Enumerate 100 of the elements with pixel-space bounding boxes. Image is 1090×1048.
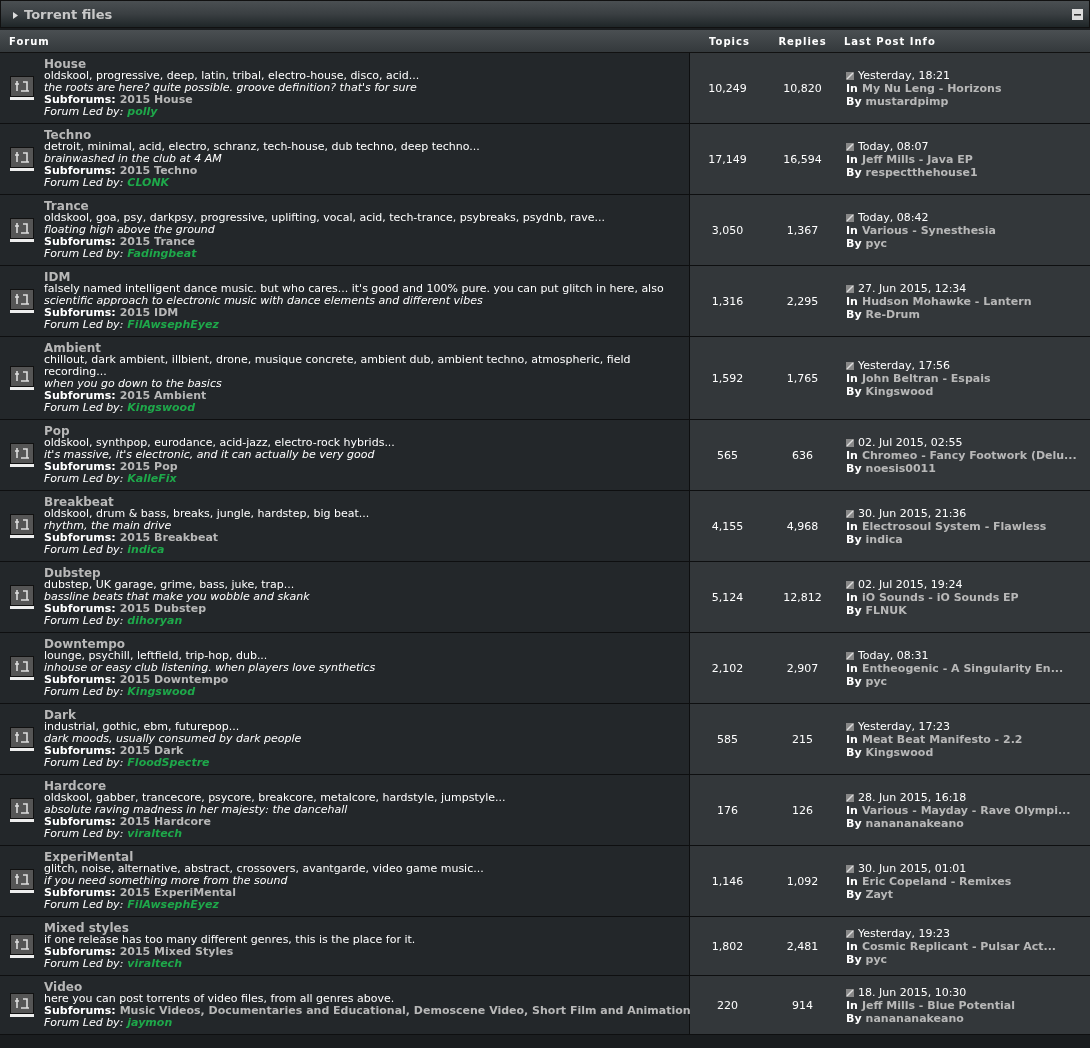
- forum-title[interactable]: IDM: [44, 271, 664, 283]
- last-post-thread[interactable]: Chromeo - Fancy Footwork (Delu...: [861, 448, 1077, 462]
- last-post-thread[interactable]: Hudson Mohawke - Lantern: [861, 294, 1032, 308]
- subforum-link[interactable]: Music Videos, Documentaries and Educational, Demoscene Video, Short Film and Animation: [119, 1005, 691, 1017]
- last-post-author[interactable]: Kingswood: [865, 745, 934, 759]
- subforum-link[interactable]: 2015 Dubstep: [119, 603, 207, 615]
- subforum-link[interactable]: 2015 Pop: [119, 461, 178, 473]
- moderator-link[interactable]: CLONK: [127, 177, 170, 189]
- moderator-link[interactable]: FilAwsephEyez: [127, 899, 219, 911]
- last-post-author[interactable]: Re-Drum: [865, 307, 920, 321]
- last-post-thread[interactable]: My Nu Leng - Horizons: [861, 81, 1002, 95]
- post-icon[interactable]: [846, 143, 854, 151]
- last-post-thread[interactable]: Eric Copeland - Remixes: [861, 874, 1012, 888]
- last-post-author[interactable]: pyc: [865, 952, 888, 966]
- moderator-link[interactable]: indica: [127, 544, 165, 556]
- forum-title[interactable]: Dark: [44, 709, 302, 721]
- moderator-link[interactable]: Kingswood: [127, 402, 196, 414]
- forum-title[interactable]: Breakbeat: [44, 496, 370, 508]
- forum-title[interactable]: Dubstep: [44, 567, 310, 579]
- post-icon[interactable]: [846, 72, 854, 80]
- subforum-link[interactable]: 2015 House: [119, 94, 193, 106]
- in-label: In: [846, 939, 858, 953]
- forum-description: here you can post torrents of video files, from all genres above.: [44, 993, 396, 1005]
- last-post-thread[interactable]: iO Sounds - iO Sounds EP: [861, 590, 1019, 604]
- moderator-link[interactable]: viraltech: [127, 828, 182, 840]
- post-icon[interactable]: [846, 723, 854, 731]
- subforum-link[interactable]: 2015 Breakbeat: [119, 532, 219, 544]
- post-icon[interactable]: [846, 794, 854, 802]
- post-icon[interactable]: [846, 581, 854, 589]
- last-post-thread[interactable]: Jeff Mills - Java EP: [861, 152, 973, 166]
- last-post-thread[interactable]: Cosmic Replicant - Pulsar Act...: [861, 939, 1057, 953]
- subforum-link[interactable]: 2015 IDM: [119, 307, 179, 319]
- subforum-link[interactable]: 2015 Techno: [119, 165, 198, 177]
- last-post-author[interactable]: Zayt: [865, 887, 894, 901]
- post-icon[interactable]: [846, 652, 854, 660]
- moderator-label: Forum Led by:: [44, 615, 124, 627]
- moderator-link[interactable]: dihoryan: [127, 615, 183, 627]
- forum-tagline: brainwashed in the club at 4 AM: [44, 153, 223, 165]
- post-icon[interactable]: [846, 362, 854, 370]
- last-post-thread[interactable]: John Beltran - Espais: [861, 371, 991, 385]
- in-label: In: [846, 294, 858, 308]
- post-icon[interactable]: [846, 439, 854, 447]
- forum-description: oldskool, progressive, deep, latin, tribal, electro-house, disco, acid...: [44, 70, 420, 82]
- by-label: By: [846, 603, 862, 617]
- moderator-link[interactable]: FilAwsephEyez: [127, 319, 219, 331]
- last-post-author[interactable]: pyc: [865, 674, 888, 688]
- moderator-link[interactable]: KalleFix: [127, 473, 177, 485]
- last-post-author[interactable]: pyc: [865, 236, 888, 250]
- forum-icon: [10, 443, 34, 467]
- post-icon[interactable]: [846, 285, 854, 293]
- last-post-author[interactable]: indica: [865, 532, 903, 546]
- forum-title[interactable]: Ambient: [44, 342, 689, 354]
- last-post-thread[interactable]: Jeff Mills - Blue Potential: [861, 998, 1015, 1012]
- forum-title[interactable]: ExperiMental: [44, 851, 484, 863]
- subforum-link[interactable]: 2015 ExperiMental: [119, 887, 236, 899]
- forum-title[interactable]: Pop: [44, 425, 395, 437]
- post-icon[interactable]: [846, 510, 854, 518]
- last-post-author[interactable]: Kingswood: [865, 384, 934, 398]
- last-post-author[interactable]: respectthehouse1: [865, 165, 978, 179]
- forum-title[interactable]: Downtempo: [44, 638, 376, 650]
- subforum-link[interactable]: 2015 Ambient: [119, 390, 207, 402]
- forum-title[interactable]: Hardcore: [44, 780, 506, 792]
- forum-title[interactable]: House: [44, 58, 420, 70]
- last-post-date: 02. Jul 2015, 02:55: [858, 435, 963, 449]
- collapse-icon[interactable]: [1072, 8, 1083, 20]
- moderator-link[interactable]: viraltech: [127, 958, 182, 970]
- last-post-thread[interactable]: Various - Mayday - Rave Olympi...: [861, 803, 1071, 817]
- last-post-author[interactable]: FLNUK: [865, 603, 907, 617]
- forum-icon: [10, 656, 34, 680]
- forum-title[interactable]: Mixed styles: [44, 922, 416, 934]
- forum-title[interactable]: Trance: [44, 200, 605, 212]
- subforum-link[interactable]: 2015 Hardcore: [119, 816, 211, 828]
- forum-tagline: bassline beats that make you wobble and skank: [44, 591, 310, 603]
- post-icon[interactable]: [846, 214, 854, 222]
- post-icon[interactable]: [846, 930, 854, 938]
- moderator-link[interactable]: jaymon: [127, 1017, 173, 1029]
- topics-count: 4,155: [710, 518, 745, 535]
- last-post-author[interactable]: mustardpimp: [865, 94, 949, 108]
- subforum-link[interactable]: 2015 Mixed Styles: [119, 946, 234, 958]
- moderator-link[interactable]: Fadingbeat: [127, 248, 197, 260]
- moderator-link[interactable]: FloodSpectre: [127, 757, 210, 769]
- last-post-thread[interactable]: Entheogenic - A Singularity En...: [861, 661, 1064, 675]
- post-icon[interactable]: [846, 865, 854, 873]
- subforum-link[interactable]: 2015 Downtempo: [119, 674, 229, 686]
- last-post-thread[interactable]: Electrosoul System - Flawless: [861, 519, 1047, 533]
- last-post-author[interactable]: nanananakeano: [865, 816, 964, 830]
- last-post-author[interactable]: nanananakeano: [865, 1011, 964, 1025]
- last-post-date: 30. Jun 2015, 01:01: [858, 861, 967, 875]
- post-icon[interactable]: [846, 989, 854, 997]
- moderator-link[interactable]: Kingswood: [127, 686, 196, 698]
- subforum-link[interactable]: 2015 Trance: [119, 236, 196, 248]
- last-post-author[interactable]: noesis0011: [865, 461, 936, 475]
- subforum-link[interactable]: 2015 Dark: [119, 745, 184, 757]
- moderator-link[interactable]: polly: [127, 106, 158, 118]
- forum-title[interactable]: Techno: [44, 129, 480, 141]
- category-title[interactable]: Torrent files: [24, 6, 113, 22]
- last-post-thread[interactable]: Various - Synesthesia: [861, 223, 996, 237]
- last-post-thread[interactable]: Meat Beat Manifesto - 2.2: [861, 732, 1023, 746]
- forum-title[interactable]: Video: [44, 981, 691, 993]
- forum-icon: [10, 366, 34, 390]
